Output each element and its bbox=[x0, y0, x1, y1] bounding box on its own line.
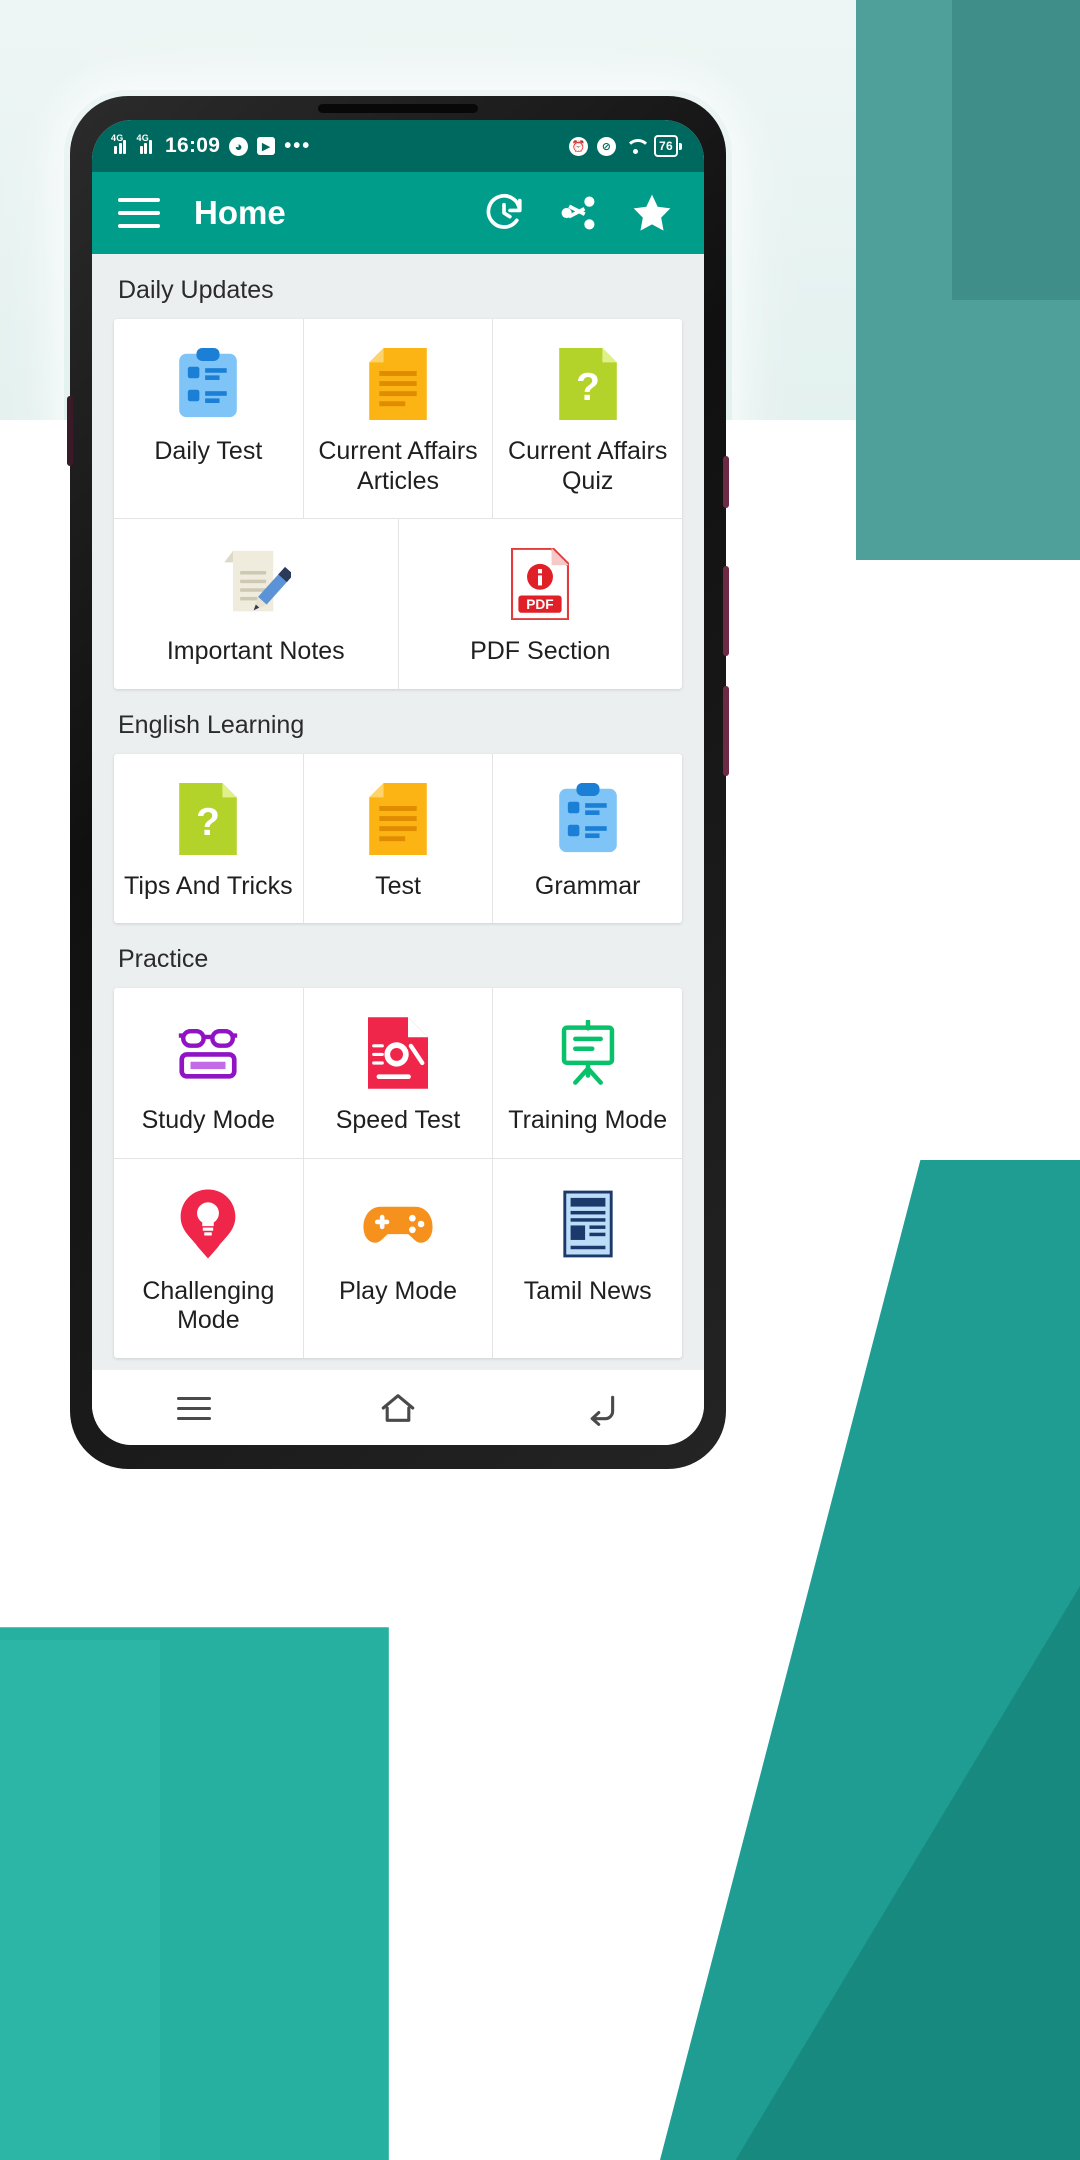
tile-label: Tamil News bbox=[523, 1276, 652, 1305]
tile-current-affairs-quiz[interactable]: ? Current Affairs Quiz bbox=[492, 319, 682, 518]
tile-tips-and-tricks[interactable]: ? Tips And Tricks bbox=[114, 754, 303, 924]
phone-bezel: 4G 4G 16:09 ◕ ▶ ••• ⏰ ⊘ 76 Home Daily Up… bbox=[67, 96, 729, 1469]
page-title: Home bbox=[194, 194, 286, 231]
battery-icon: 76 bbox=[654, 135, 682, 157]
tile-challenging-mode[interactable]: Challenging Mode bbox=[114, 1159, 303, 1358]
bg-shape-top-right-dark bbox=[952, 0, 1080, 300]
card-english-learning: ? Tips And Tricks Test Grammar bbox=[114, 753, 682, 924]
svg-text:?: ? bbox=[576, 366, 600, 409]
earpiece-speaker bbox=[318, 104, 478, 113]
orange-document-icon bbox=[369, 780, 427, 858]
vibrate-icon: ⊘ bbox=[597, 136, 617, 156]
phone-screen: 4G 4G 16:09 ◕ ▶ ••• ⏰ ⊘ 76 Home Daily Up… bbox=[92, 120, 704, 1445]
green-question-document-icon: ? bbox=[179, 780, 238, 858]
tile-label: Current Affairs Articles bbox=[318, 437, 478, 495]
home-outline-icon bbox=[381, 1394, 415, 1422]
svg-text:PDF: PDF bbox=[527, 597, 554, 612]
menu-lines-icon bbox=[177, 1396, 211, 1420]
note-with-pencil-icon bbox=[221, 545, 291, 623]
tile-row: Study Mode Speed Test Training Mode bbox=[114, 988, 682, 1158]
brain-bulb-icon bbox=[179, 1185, 237, 1263]
share-icon[interactable] bbox=[552, 187, 604, 239]
tile-training-mode[interactable]: Training Mode bbox=[492, 988, 682, 1158]
tile-speed-test[interactable]: Speed Test bbox=[302, 988, 493, 1158]
clock-icon: ◕ bbox=[229, 136, 249, 156]
play-store-icon: ▶ bbox=[257, 137, 276, 155]
bg-shape-left-strip bbox=[0, 1640, 160, 2160]
green-question-document-icon: ? bbox=[558, 345, 617, 423]
newspaper-icon bbox=[559, 1185, 617, 1263]
power-button[interactable] bbox=[723, 456, 729, 508]
pdf-file-icon: PDF bbox=[511, 545, 570, 623]
card-daily-updates: Daily Test Current Affairs Articles ? Cu… bbox=[114, 319, 682, 689]
svg-text:?: ? bbox=[196, 800, 220, 843]
tile-label: PDF Section bbox=[470, 637, 611, 665]
back-button[interactable] bbox=[567, 1382, 637, 1434]
signal-4g-icon: 4G bbox=[111, 133, 131, 154]
back-arrow-icon bbox=[590, 1395, 615, 1426]
tile-label: Current Affairs Quiz bbox=[508, 437, 668, 495]
clipboard-checklist-icon bbox=[555, 780, 621, 858]
gamepad-icon bbox=[362, 1185, 434, 1263]
tile-tamil-news[interactable]: Tamil News bbox=[492, 1158, 682, 1358]
wifi-icon bbox=[625, 139, 645, 154]
phone-frame: 4G 4G 16:09 ◕ ▶ ••• ⏰ ⊘ 76 Home Daily Up… bbox=[64, 90, 732, 1475]
section-title-practice: Practice bbox=[118, 945, 209, 973]
home-content[interactable]: Daily Updates Daily Test Current Affairs… bbox=[92, 254, 704, 1369]
tile-row: Daily Test Current Affairs Articles ? Cu… bbox=[114, 319, 682, 518]
volume-up-button[interactable] bbox=[723, 566, 729, 656]
tile-pdf-section[interactable]: PDF PDF Section bbox=[397, 519, 683, 689]
tile-row: ? Tips And Tricks Test Grammar bbox=[114, 753, 682, 924]
volume-down-button[interactable] bbox=[723, 686, 729, 776]
tile-label: Training Mode bbox=[508, 1106, 668, 1134]
book-glasses-icon bbox=[173, 1014, 243, 1092]
tile-label: Tips And Tricks bbox=[124, 871, 293, 900]
alarm-icon: ⏰ bbox=[569, 136, 589, 156]
tile-label: Grammar bbox=[534, 871, 641, 900]
tile-play-mode[interactable]: Play Mode bbox=[302, 1158, 493, 1358]
tile-test[interactable]: Test bbox=[302, 753, 493, 923]
tile-label: Challenging Mode bbox=[142, 1276, 275, 1335]
left-side-button[interactable] bbox=[67, 396, 73, 466]
clipboard-checklist-icon bbox=[175, 345, 241, 423]
status-time: 16:09 bbox=[165, 134, 221, 157]
tile-label: Speed Test bbox=[335, 1106, 461, 1134]
tile-label: Important Notes bbox=[166, 637, 345, 665]
tile-important-notes[interactable]: Important Notes bbox=[114, 519, 398, 689]
star-icon[interactable] bbox=[626, 187, 678, 239]
signal-4g-icon-2: 4G bbox=[137, 133, 157, 154]
tile-study-mode[interactable]: Study Mode bbox=[114, 988, 303, 1158]
app-bar: Home bbox=[92, 172, 704, 254]
recents-button[interactable] bbox=[159, 1382, 229, 1434]
orange-document-icon bbox=[369, 345, 427, 423]
tile-grammar[interactable]: Grammar bbox=[492, 753, 682, 923]
ellipsis-icon: ••• bbox=[284, 134, 312, 157]
tile-current-affairs-articles[interactable]: Current Affairs Articles bbox=[302, 319, 493, 518]
tile-row: Challenging Mode Play Mode Tamil News bbox=[114, 1157, 682, 1358]
section-title-daily-updates: Daily Updates bbox=[118, 276, 274, 304]
tile-label: Play Mode bbox=[338, 1276, 458, 1305]
tile-row: Important Notes PDF PDF Section bbox=[114, 518, 682, 689]
system-navigation-bar bbox=[92, 1369, 704, 1445]
section-title-english-learning: English Learning bbox=[118, 710, 305, 739]
speed-document-icon bbox=[368, 1014, 428, 1092]
home-button[interactable] bbox=[363, 1382, 433, 1434]
tile-label: Daily Test bbox=[154, 437, 263, 465]
card-practice: Study Mode Speed Test Training Mode Chal… bbox=[114, 988, 682, 1358]
tile-label: Test bbox=[375, 871, 421, 900]
presentation-board-icon bbox=[557, 1014, 619, 1092]
history-icon[interactable] bbox=[478, 187, 530, 239]
status-bar: 4G 4G 16:09 ◕ ▶ ••• ⏰ ⊘ 76 bbox=[92, 120, 704, 172]
hamburger-menu-icon[interactable] bbox=[118, 198, 160, 228]
tile-daily-test[interactable]: Daily Test bbox=[114, 319, 303, 518]
battery-level: 76 bbox=[659, 139, 673, 153]
tile-label: Study Mode bbox=[141, 1106, 276, 1134]
bg-white-right bbox=[850, 560, 1080, 920]
